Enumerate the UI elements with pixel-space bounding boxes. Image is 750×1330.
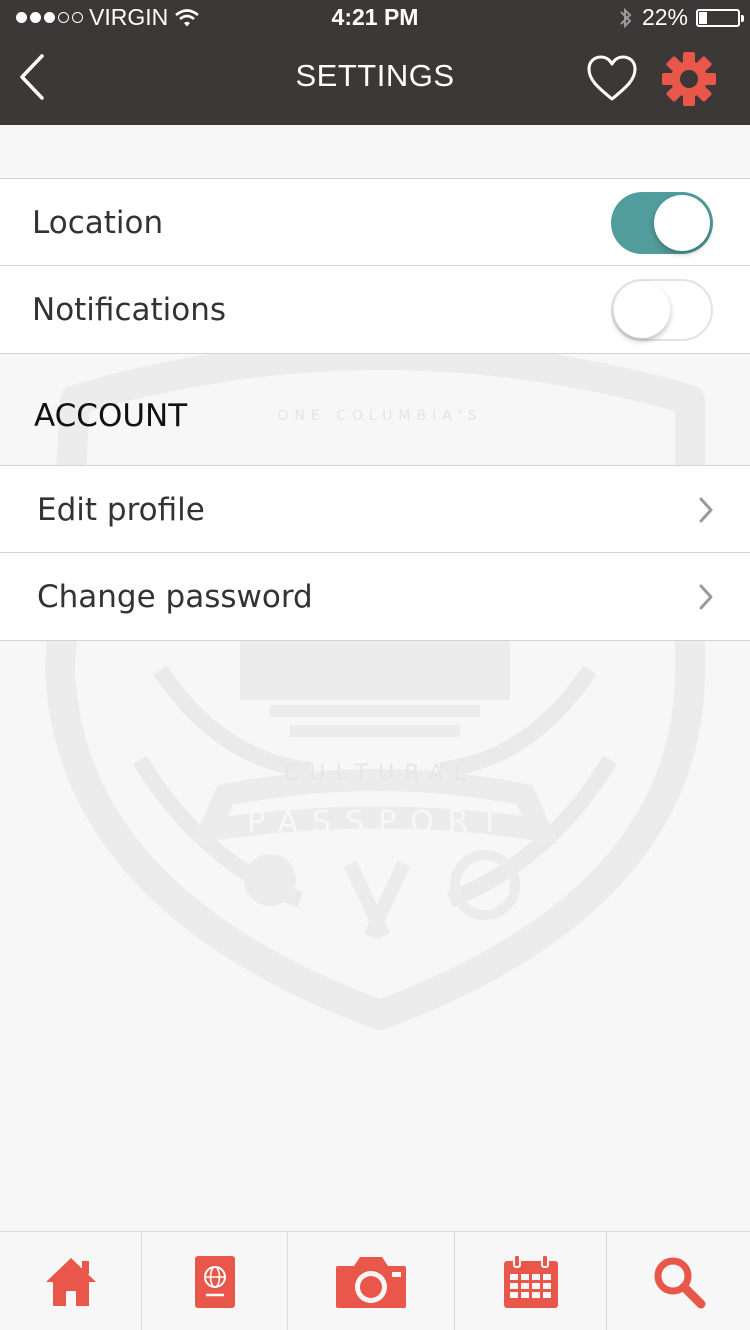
location-toggle[interactable]	[611, 191, 713, 254]
toggle-knob	[654, 194, 710, 251]
location-label: Location	[32, 204, 164, 241]
tab-home[interactable]	[0, 1232, 142, 1330]
tab-search[interactable]	[607, 1232, 750, 1330]
gear-icon[interactable]	[660, 50, 718, 108]
change-password-label: Change password	[37, 578, 313, 615]
status-right: 22%	[618, 4, 744, 31]
battery-tip	[741, 14, 744, 22]
notifications-row: Notifications	[0, 265, 750, 354]
passport-icon	[194, 1255, 235, 1308]
tab-calendar[interactable]	[455, 1232, 607, 1330]
settings-screen: CULTURAL PASSPORT ONE COLUMBIA'S VIRGIN	[0, 0, 750, 1330]
cultural-passport-watermark: CULTURAL PASSPORT ONE COLUMBIA'S	[45, 340, 705, 1030]
home-icon	[45, 1257, 96, 1306]
status-bar: VIRGIN 4:21 PM 22%	[0, 0, 750, 36]
camera-icon	[336, 1256, 406, 1308]
chevron-right-icon	[699, 497, 713, 522]
toggle-knob	[614, 281, 670, 338]
search-icon	[654, 1257, 705, 1308]
location-row: Location	[0, 178, 750, 266]
chevron-right-icon	[699, 584, 713, 609]
watermark-banner-text: PASSPORT	[247, 805, 512, 840]
heart-icon[interactable]	[586, 54, 638, 104]
battery-percent: 22%	[641, 4, 688, 30]
calendar-icon	[503, 1253, 558, 1308]
notifications-label: Notifications	[32, 291, 227, 328]
edit-profile-label: Edit profile	[37, 491, 205, 528]
change-password-row[interactable]: Change password	[0, 552, 750, 641]
account-section-header: ACCOUNT	[34, 398, 188, 434]
notifications-toggle[interactable]	[611, 278, 713, 341]
bottom-tab-bar	[0, 1231, 750, 1330]
nav-header: VIRGIN 4:21 PM 22% SETTINGS	[0, 0, 750, 125]
watermark-middle-text: CULTURAL	[284, 761, 476, 786]
battery-icon	[696, 8, 744, 27]
watermark-top-text: ONE COLUMBIA'S	[277, 408, 482, 424]
bluetooth-icon	[620, 7, 632, 28]
tab-passport[interactable]	[142, 1232, 288, 1330]
edit-profile-row[interactable]: Edit profile	[0, 465, 750, 553]
tab-camera[interactable]	[288, 1232, 455, 1330]
battery-fill	[699, 11, 707, 24]
